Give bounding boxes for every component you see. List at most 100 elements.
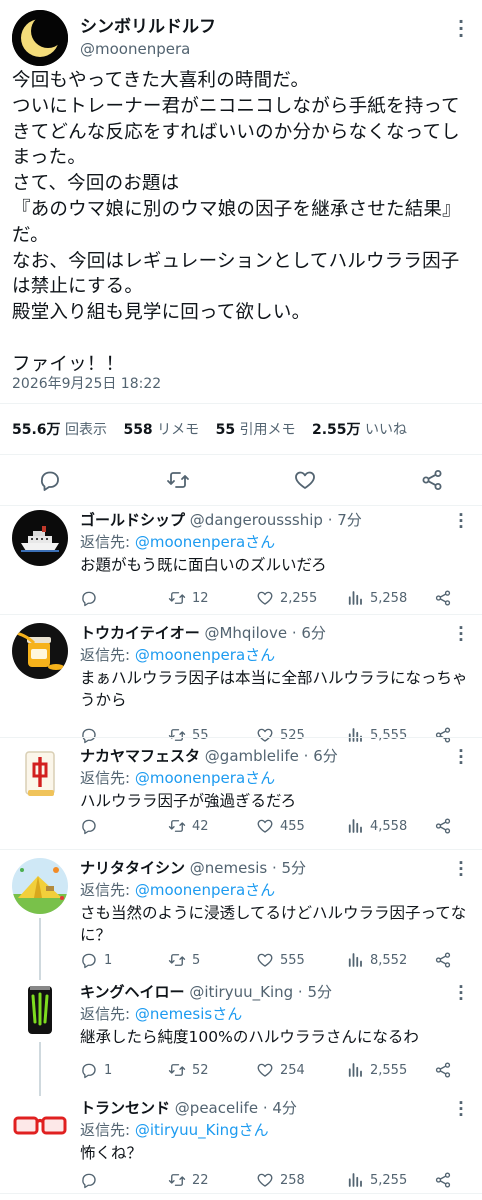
like-button[interactable] — [293, 468, 317, 492]
reply-button[interactable] — [38, 468, 62, 492]
like-button[interactable]: 455 — [256, 816, 305, 836]
views-button[interactable]: 8,552 — [346, 950, 407, 970]
views-count: 2,555 — [370, 1062, 408, 1078]
more-icon[interactable]: · · · — [454, 621, 468, 648]
reply-icon — [82, 953, 96, 969]
reply-time[interactable]: 4分 — [272, 1099, 297, 1117]
reply-time[interactable]: 5分 — [281, 859, 306, 877]
mention-link[interactable]: @moonenperaさん — [135, 646, 275, 664]
views-button[interactable]: 5,258 — [346, 588, 407, 608]
like-button[interactable]: 2,255 — [256, 588, 317, 608]
avatar[interactable] — [12, 510, 68, 566]
views-button[interactable]: 4,558 — [346, 816, 407, 836]
reply-time[interactable]: 6分 — [301, 624, 326, 642]
display-name[interactable]: ナカヤマフェスタ — [80, 747, 200, 765]
mention-link[interactable]: @nemesisさん — [135, 1005, 242, 1023]
more-icon[interactable]: · · · — [454, 980, 468, 1007]
avatar[interactable] — [12, 746, 68, 802]
reply-time[interactable]: 6分 — [313, 747, 338, 765]
like-button[interactable]: 254 — [256, 1060, 305, 1080]
reply-count: 1 — [104, 1062, 113, 1078]
retweet-count: 55 — [192, 727, 209, 743]
share-icon — [435, 1172, 451, 1188]
views-icon — [348, 1173, 362, 1187]
reply-button[interactable]: 1 — [80, 950, 112, 970]
share-icon — [435, 1062, 451, 1078]
display-name[interactable]: ゴールドシップ — [80, 511, 185, 529]
more-icon[interactable]: · · · — [454, 508, 468, 535]
share-button[interactable] — [420, 468, 444, 492]
avatar[interactable] — [12, 858, 68, 914]
share-button[interactable] — [434, 725, 452, 745]
handle[interactable]: @peacelife — [175, 1099, 258, 1117]
reply-time[interactable]: 5分 — [307, 983, 332, 1001]
views-button[interactable]: 5,555 — [346, 725, 407, 745]
display-name[interactable]: トウカイテイオー — [80, 624, 200, 642]
share-button[interactable] — [434, 1060, 452, 1080]
views-button[interactable]: 2,555 — [346, 1060, 407, 1080]
likes-label[interactable]: いいね — [365, 422, 407, 438]
avatar[interactable] — [12, 10, 68, 66]
reply-button[interactable] — [80, 1170, 104, 1190]
share-button[interactable] — [434, 950, 452, 970]
handle[interactable]: @moonenpera — [80, 40, 190, 58]
avatar[interactable] — [12, 982, 68, 1038]
retweet-button[interactable] — [166, 468, 190, 492]
more-icon[interactable]: · · · — [454, 856, 468, 883]
share-button[interactable] — [434, 588, 452, 608]
reply-button[interactable] — [80, 588, 104, 608]
mention-link[interactable]: @itiryuu_Kingさん — [135, 1121, 269, 1139]
handle[interactable]: @itiryuu_King — [189, 983, 293, 1001]
retweet-button[interactable]: 22 — [168, 1170, 209, 1190]
retweet-button[interactable]: 12 — [168, 588, 209, 608]
reply-button[interactable] — [80, 816, 104, 836]
handle[interactable]: @nemesis — [190, 859, 267, 877]
reply-action-bar: 22 258 5,255 — [80, 1170, 470, 1190]
more-icon[interactable]: · · · — [452, 14, 470, 44]
reply-button[interactable]: 1 — [80, 1060, 112, 1080]
handle[interactable]: @Mhqilove — [204, 624, 287, 642]
display-name[interactable]: キングヘイロー — [80, 983, 185, 1001]
reply-time[interactable]: 7分 — [337, 511, 362, 529]
reply-to-label: 返信先: — [80, 881, 135, 899]
reply-button[interactable] — [80, 725, 104, 745]
quotes-label[interactable]: 引用メモ — [240, 422, 296, 438]
mention-link[interactable]: @moonenperaさん — [135, 769, 275, 787]
like-button[interactable]: 525 — [256, 725, 305, 745]
retweet-button[interactable]: 42 — [168, 816, 209, 836]
dot-separator: · — [258, 1099, 273, 1117]
quotes-count: 55 — [215, 422, 236, 438]
more-icon[interactable]: · · · — [454, 1096, 468, 1123]
like-button[interactable]: 555 — [256, 950, 305, 970]
retweet-icon — [168, 954, 186, 966]
share-button[interactable] — [434, 1170, 452, 1190]
share-button[interactable] — [434, 816, 452, 836]
avatar[interactable] — [12, 623, 68, 679]
mention-link[interactable]: @moonenperaさん — [135, 533, 275, 551]
display-name[interactable]: ナリタタイシン — [80, 859, 185, 877]
main-tweet-header: シンボリルドルフ @moonenpera · · · — [12, 10, 470, 66]
retweets-label[interactable]: リメモ — [157, 422, 199, 438]
display-name[interactable]: シンボリルドルフ — [80, 12, 216, 37]
more-icon[interactable]: · · · — [454, 744, 468, 771]
like-button[interactable]: 258 — [256, 1170, 305, 1190]
handle[interactable]: @gamblelife — [205, 747, 299, 765]
handle[interactable]: @dangeroussship — [190, 511, 323, 529]
reply-header: ゴールドシップ @dangeroussship · 7分 — [80, 510, 470, 530]
retweet-button[interactable]: 55 — [168, 725, 209, 745]
tweet-action-bar — [0, 462, 482, 498]
views-icon — [348, 1063, 362, 1077]
tweet-timestamp[interactable]: 2026年9月25日 18:22 — [12, 373, 161, 393]
mention-link[interactable]: @moonenperaさん — [135, 881, 275, 899]
reply-to: 返信先: @moonenperaさん — [80, 880, 470, 900]
reply-to: 返信先: @moonenperaさん — [80, 768, 470, 788]
avatar[interactable] — [12, 1098, 68, 1154]
views-button[interactable]: 5,255 — [346, 1170, 407, 1190]
dot-separator: · — [287, 624, 302, 642]
retweet-button[interactable]: 5 — [168, 950, 200, 970]
reply-icon — [40, 471, 59, 491]
retweet-button[interactable]: 52 — [168, 1060, 209, 1080]
display-name[interactable]: トランセンド — [80, 1099, 170, 1117]
views-label[interactable]: 回表示 — [65, 422, 107, 438]
share-icon — [435, 818, 451, 834]
